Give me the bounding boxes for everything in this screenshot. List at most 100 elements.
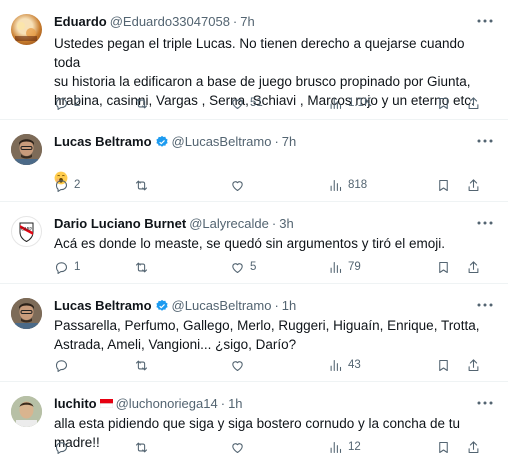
more-options-icon[interactable] [476, 396, 494, 410]
separator-dot: · [274, 134, 279, 149]
bookmark-icon [439, 359, 448, 371]
timestamp[interactable]: 1h [228, 396, 242, 411]
share-button[interactable] [466, 358, 486, 373]
tweet-text: Passarella, Perfumo, Gallego, Merlo, Rug… [54, 318, 480, 352]
retweet-button[interactable] [134, 96, 230, 111]
reply-button[interactable]: 2 [54, 96, 134, 111]
heart-icon [232, 180, 243, 191]
reply-count: 2 [74, 97, 81, 109]
like-button[interactable] [230, 358, 328, 373]
verified-badge-icon [155, 135, 168, 147]
tweet-card[interactable]: CARP Dario Luciano Burnet @Lalyrecalde ·… [0, 202, 508, 284]
retweet-icon [135, 180, 148, 190]
views-count: 818 [348, 179, 368, 191]
timestamp[interactable]: 1h [282, 298, 296, 313]
avatar[interactable] [11, 298, 42, 329]
bookmark-button[interactable] [436, 178, 466, 193]
action-bar: 12 [54, 438, 496, 456]
views-button[interactable]: 43 [328, 358, 436, 373]
separator-dot: · [274, 298, 279, 313]
share-button[interactable] [466, 440, 486, 455]
views-button[interactable]: 12 [328, 440, 436, 455]
views-button[interactable]: 1.1K [328, 96, 436, 111]
share-button[interactable] [466, 260, 486, 275]
tweet-card[interactable]: Lucas Beltramo @LucasBeltramo · 1h Passa… [0, 284, 508, 382]
author-handle[interactable]: @luchonoriega14 [116, 396, 218, 411]
tweet-header: Lucas Beltramo @LucasBeltramo · 1h [54, 298, 296, 313]
share-button[interactable] [466, 178, 486, 193]
views-count: 43 [348, 359, 361, 371]
timestamp[interactable]: 7h [240, 14, 254, 29]
separator-dot: · [232, 14, 238, 29]
like-button[interactable] [230, 440, 328, 455]
reply-icon [55, 261, 68, 274]
more-options-icon[interactable] [476, 14, 494, 28]
separator-dot: · [220, 396, 226, 411]
retweet-button[interactable] [134, 178, 230, 193]
tweet-header: luchito @luchonoriega14 · 1h [54, 396, 243, 411]
author-handle[interactable]: @Lalyrecalde [189, 216, 269, 231]
tweet-card[interactable]: luchito @luchonoriega14 · 1h alla esta p… [0, 382, 508, 454]
like-button[interactable] [230, 178, 328, 193]
views-button[interactable]: 818 [328, 178, 436, 193]
heart-icon [232, 360, 243, 371]
bookmark-button[interactable] [436, 358, 466, 373]
tweet-text: Acá es donde lo measte, se quedó sin arg… [54, 236, 445, 251]
author-name[interactable]: Lucas Beltramo [54, 298, 152, 313]
share-icon [468, 358, 479, 371]
avatar[interactable] [11, 396, 42, 427]
reply-count: 1 [74, 261, 81, 273]
timestamp[interactable]: 3h [279, 216, 293, 231]
reply-count: 2 [74, 179, 81, 191]
author-handle[interactable]: @LucasBeltramo [172, 134, 272, 149]
reply-icon [55, 97, 68, 110]
retweet-button[interactable] [134, 260, 230, 275]
share-button[interactable] [466, 96, 486, 111]
bookmark-icon [439, 179, 448, 191]
indonesia-flag-icon [99, 399, 113, 408]
author-handle[interactable]: @Eduardo33047058 [110, 14, 230, 29]
like-count: 51 [250, 97, 263, 109]
reply-icon [55, 441, 68, 454]
reply-button[interactable] [54, 440, 134, 455]
author-name[interactable]: Dario Luciano Burnet [54, 216, 186, 231]
reply-button[interactable]: 1 [54, 260, 134, 275]
avatar[interactable] [11, 14, 42, 45]
action-bar: 2 51 1.1K [54, 94, 496, 112]
author-name[interactable]: Lucas Beltramo [54, 134, 152, 149]
reply-button[interactable] [54, 358, 134, 373]
more-options-icon[interactable] [476, 216, 494, 230]
views-button[interactable]: 79 [328, 260, 436, 275]
like-count: 5 [250, 261, 257, 273]
like-button[interactable]: 5 [230, 260, 328, 275]
avatar[interactable]: CARP [11, 216, 42, 247]
more-options-icon[interactable] [476, 134, 494, 148]
heart-icon [232, 98, 243, 109]
reply-button[interactable]: 2 [54, 178, 134, 193]
author-name[interactable]: luchito [54, 396, 97, 411]
retweet-button[interactable] [134, 358, 230, 373]
bookmark-button[interactable] [436, 96, 466, 111]
bookmark-button[interactable] [436, 440, 466, 455]
more-options-icon[interactable] [476, 298, 494, 312]
bookmark-icon [439, 97, 448, 109]
reply-icon [55, 179, 68, 192]
tweet-card[interactable]: Lucas Beltramo @LucasBeltramo · 7h 2 818 [0, 120, 508, 202]
views-chart-icon [330, 441, 342, 453]
views-chart-icon [330, 97, 342, 109]
timestamp[interactable]: 7h [282, 134, 296, 149]
action-bar: 1 5 79 [54, 258, 496, 276]
tweet-card[interactable]: Eduardo @Eduardo33047058 · 7h Ustedes pe… [0, 0, 508, 120]
author-handle[interactable]: @LucasBeltramo [172, 298, 272, 313]
like-button[interactable]: 51 [230, 96, 328, 111]
avatar[interactable] [11, 134, 42, 165]
retweet-button[interactable] [134, 440, 230, 455]
separator-dot: · [271, 216, 277, 231]
bookmark-button[interactable] [436, 260, 466, 275]
action-bar: 43 [54, 356, 496, 374]
author-name[interactable]: Eduardo [54, 14, 107, 29]
tweet-header: Dario Luciano Burnet @Lalyrecalde · 3h [54, 216, 294, 231]
retweet-icon [135, 442, 148, 452]
views-chart-icon [330, 261, 342, 273]
tweet-header: Eduardo @Eduardo33047058 · 7h [54, 14, 255, 29]
